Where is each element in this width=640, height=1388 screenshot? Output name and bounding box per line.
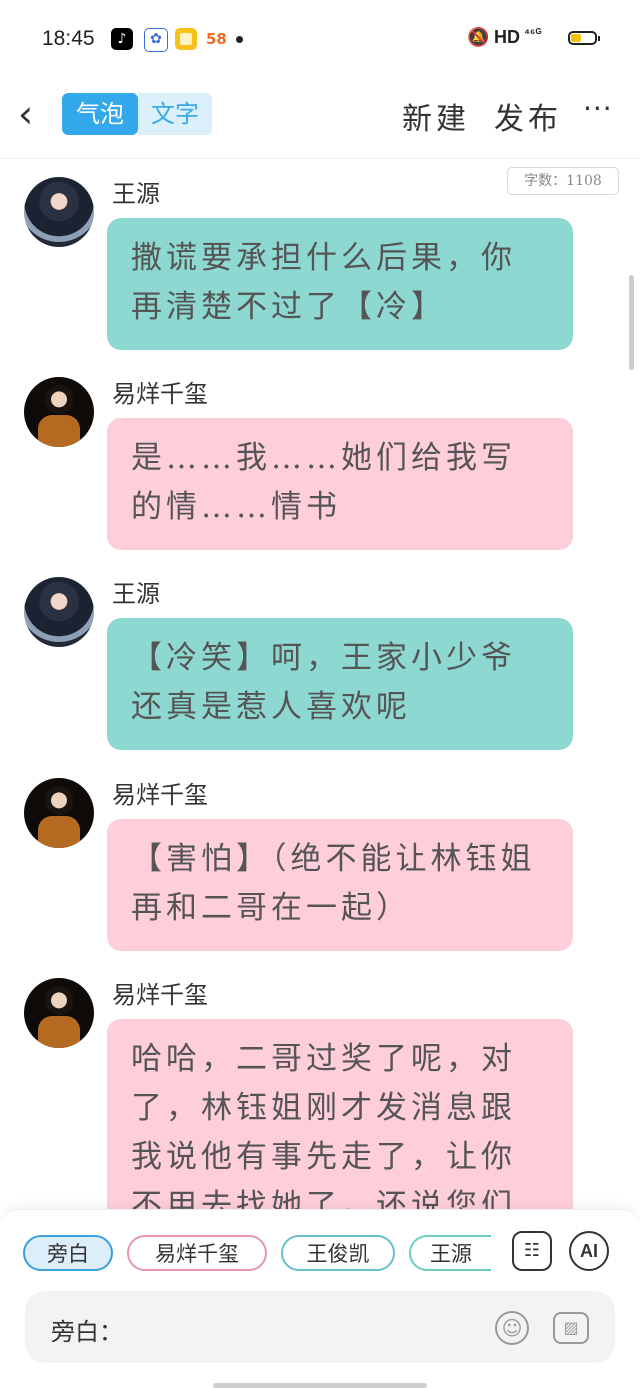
message-bubble[interactable]: 撒谎要承担什么后果，你再清楚不过了【冷】 xyxy=(107,218,573,350)
contact-card-icon[interactable]: ☷ xyxy=(512,1231,552,1271)
clock: 18:45 xyxy=(42,27,95,50)
bell-mute-icon: 🔕 xyxy=(467,27,490,47)
avatar[interactable] xyxy=(24,177,94,247)
avatar[interactable] xyxy=(24,978,94,1048)
role-chip-yiyangqianxi[interactable]: 易烊千玺 xyxy=(127,1235,267,1271)
hd-indicator: HD xyxy=(494,27,520,47)
input-role-label: 旁白： xyxy=(51,1318,123,1346)
new-button[interactable]: 新建 xyxy=(402,94,470,138)
role-chip-narrator[interactable]: 旁白 xyxy=(23,1235,113,1271)
role-chip-wangjunkai[interactable]: 王俊凯 xyxy=(281,1235,395,1271)
more-icon[interactable]: ··· xyxy=(583,92,613,125)
sender-name: 易烊千玺 xyxy=(112,981,208,1009)
image-icon[interactable]: ▨ xyxy=(553,1312,589,1344)
58-icon: 58 xyxy=(206,30,227,48)
ai-button[interactable]: AI xyxy=(569,1231,609,1271)
top-nav: ‹ 气泡 文字 新建 发布 ··· xyxy=(0,80,640,159)
word-count-badge: 字数：1108 xyxy=(507,167,619,195)
signal-icon: ⁴⁶ᴳ xyxy=(524,26,542,40)
message-bubble[interactable]: 【害怕】（绝不能让林钰姐再和二哥在一起） xyxy=(107,819,573,951)
message-bubble[interactable]: 【冷笑】呵，王家小少爷还真是惹人喜欢呢 xyxy=(107,618,573,750)
emoji-icon[interactable]: ☺ xyxy=(495,1311,529,1345)
sender-name: 王源 xyxy=(112,580,160,608)
message-bubble[interactable]: 是……我……她们给我写的情……情书 xyxy=(107,418,573,550)
publish-button[interactable]: 发布 xyxy=(494,94,562,138)
status-bar: 18:45 ♪ ✿ 58 🔕 HD ⁴⁶ᴳ xyxy=(0,0,640,78)
tiktok-icon: ♪ xyxy=(111,28,133,50)
avatar[interactable] xyxy=(24,377,94,447)
sender-name: 王源 xyxy=(112,180,160,208)
bottom-panel: 旁白 易烊千玺 王俊凯 王源 ☷ AI 旁白： ☺ ▨ xyxy=(0,1209,640,1388)
baidu-icon: ✿ xyxy=(144,28,168,52)
sender-name: 易烊千玺 xyxy=(112,781,208,809)
tab-text[interactable]: 文字 xyxy=(138,93,212,135)
scrollbar[interactable] xyxy=(629,275,634,370)
back-icon[interactable]: ‹ xyxy=(18,94,48,134)
mode-toggle: 气泡 文字 xyxy=(62,93,212,135)
avatar[interactable] xyxy=(24,577,94,647)
home-indicator[interactable] xyxy=(213,1383,427,1388)
notes-icon xyxy=(175,28,197,50)
tab-bubble[interactable]: 气泡 xyxy=(62,93,138,135)
notification-dot xyxy=(236,36,243,43)
avatar[interactable] xyxy=(24,778,94,848)
role-chip-wangyuan[interactable]: 王源 xyxy=(409,1235,491,1271)
battery-icon xyxy=(568,31,600,45)
message-input[interactable]: 旁白： ☺ ▨ xyxy=(25,1291,615,1363)
sender-name: 易烊千玺 xyxy=(112,380,208,408)
